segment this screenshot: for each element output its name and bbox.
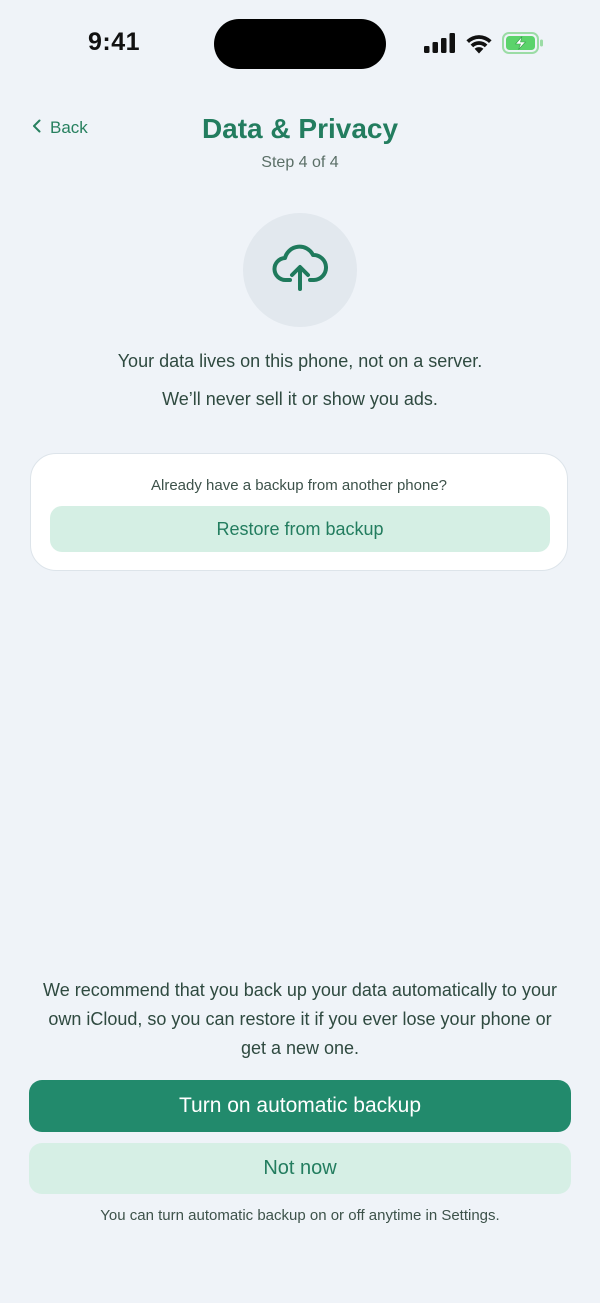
- backup-recommendation: We recommend that you back up your data …: [43, 980, 557, 1058]
- hero-icon-circle: [243, 213, 357, 327]
- status-time: 9:41: [88, 28, 141, 56]
- turn-on-backup-button[interactable]: Turn on automatic backup: [29, 1080, 571, 1132]
- not-now-button[interactable]: Not now: [29, 1143, 571, 1194]
- page-title: Data & Privacy: [201, 113, 399, 144]
- restore-card: Already have a backup from another phone…: [30, 453, 568, 571]
- settings-footnote: You can turn automatic backup on or off …: [100, 1207, 500, 1224]
- intro-text-line-2: We’ll never sell it or show you ads.: [162, 389, 438, 409]
- signal-icon: [424, 33, 456, 58]
- step-indicator: Step 4 of 4: [261, 154, 339, 171]
- intro-text-line-1: Your data lives on this phone, not on a …: [117, 351, 483, 371]
- restore-from-backup-button[interactable]: Restore from backup: [50, 506, 550, 552]
- status-icons: [424, 32, 544, 59]
- restore-prompt: Already have a backup from another phone…: [150, 477, 448, 494]
- dynamic-island: [214, 19, 386, 69]
- cloud-upload-icon: [272, 242, 328, 299]
- wifi-icon: [465, 33, 493, 59]
- status-bar: 9:41: [0, 0, 600, 90]
- battery-charging-icon: [502, 32, 544, 59]
